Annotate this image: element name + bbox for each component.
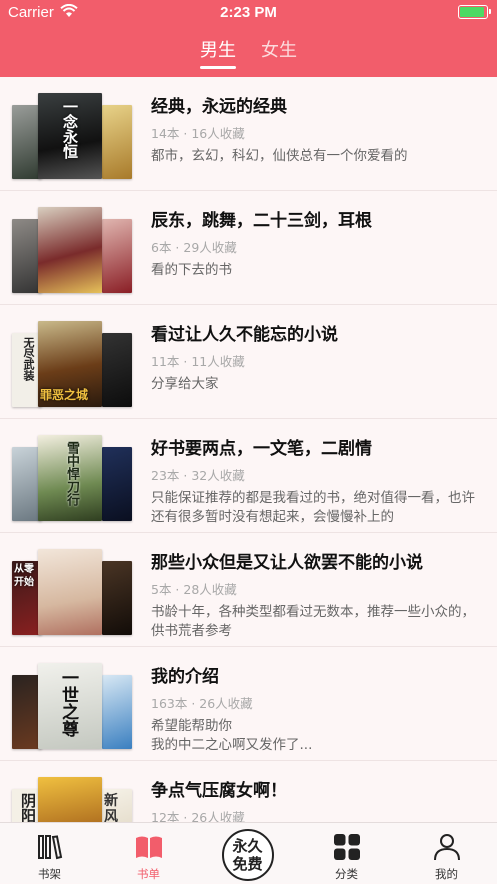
booklist-list: 一念永恒 经典，永远的经典 14本 · 16人收藏 都市，玄幻，科幻，仙侠总有一… (0, 77, 497, 822)
tab-female[interactable]: 女生 (251, 38, 307, 70)
booklist-item[interactable]: 无尽武装 罪恶之城 看过让人久不能忘的小说 11本 · 11人收藏 分享给大家 (0, 305, 497, 419)
category-grid-icon (333, 834, 360, 860)
book-cover: 一念永恒 (38, 93, 102, 179)
booklist-desc: 希望能帮助你 我的中二之心啊又发作了... (151, 718, 313, 753)
book-cover (38, 777, 102, 822)
book-cover (102, 447, 132, 521)
tabbar-item-booklist[interactable]: 书单 (99, 823, 198, 884)
tab-male[interactable]: 男生 (190, 38, 246, 70)
booklist-desc: 都市，玄幻，科幻，仙侠总有一个你爱看的 (151, 148, 408, 164)
booklist-title: 好书要两点，一文笔，二剧情 (151, 439, 372, 459)
booklist-meta: 14本 · 16人收藏 (151, 126, 245, 141)
booklist-meta: 23本 · 32人收藏 (151, 468, 245, 483)
book-cover: 新风 (102, 789, 132, 822)
person-icon (433, 834, 460, 861)
book-cover (38, 207, 102, 293)
booklist-title: 争点气压腐女啊！ (151, 781, 287, 801)
booklist-meta: 11本 · 11人收藏 (151, 354, 245, 369)
book-cover (102, 105, 132, 179)
booklist-desc: 书龄十年，各种类型都看过无数本，推荐一些小众的，供书荒者参考 (151, 604, 475, 639)
booklist-title: 我的介绍 (151, 667, 219, 687)
book-cover (102, 219, 132, 293)
tabbar-item-mine[interactable]: 我的 (396, 823, 497, 884)
book-cover (38, 549, 102, 635)
booklist-meta: 12本 · 26人收藏 (151, 810, 245, 822)
gender-tabs: 男生 女生 (0, 38, 497, 70)
booklist-title: 看过让人久不能忘的小说 (151, 325, 338, 345)
booklist-meta: 5本 · 28人收藏 (151, 582, 237, 597)
open-book-icon (135, 836, 162, 858)
cover-collage: 一念永恒 (12, 93, 132, 179)
book-cover: 一世之尊 (38, 663, 102, 749)
booklist-desc: 只能保证推荐的都是我看过的书，绝对值得一看，也许还有很多暂时没有想起来，会慢慢补… (151, 490, 475, 525)
tabbar-item-free[interactable]: 永久 免费 (198, 823, 297, 884)
tabbar-item-bookshelf[interactable]: 书架 (0, 823, 99, 884)
booklist-title: 经典，永远的经典 (151, 97, 287, 117)
bookshelf-icon (37, 835, 62, 860)
book-cover (102, 333, 132, 407)
cover-collage: 雪中悍刀行 (12, 435, 132, 521)
tabbar-item-category[interactable]: 分类 (297, 823, 396, 884)
booklist-item[interactable]: 一念永恒 经典，永远的经典 14本 · 16人收藏 都市，玄幻，科幻，仙侠总有一… (0, 77, 497, 191)
booklist-item[interactable]: 阴阳 新风 争点气压腐女啊！ 12本 · 26人收藏 (0, 761, 497, 822)
book-cover (102, 675, 132, 749)
app-header: Carrier 2:23 PM 男生 女生 (0, 0, 497, 77)
free-badge-icon: 永久 免费 (221, 829, 274, 881)
clock: 2:23 PM (220, 4, 277, 21)
bottom-tabbar: 书架 书单 永久 免费 分类 我的 (0, 822, 497, 883)
booklist-meta: 163本 · 26人收藏 (151, 696, 253, 711)
booklist-item[interactable]: 辰东，跳舞，二十三剑，耳根 6本 · 29人收藏 看的下去的书 (0, 191, 497, 305)
cover-collage: 无尽武装 罪恶之城 (12, 321, 132, 407)
booklist-item[interactable]: 雪中悍刀行 好书要两点，一文笔，二剧情 23本 · 32人收藏 只能保证推荐的都… (0, 419, 497, 533)
booklist-item[interactable]: 从零开始 那些小众但是又让人欲罢不能的小说 5本 · 28人收藏 书龄十年，各种… (0, 533, 497, 647)
tabbar-label: 书架 (38, 867, 61, 881)
battery-icon (458, 5, 491, 19)
booklist-desc: 分享给大家 (151, 376, 219, 392)
tabbar-label: 我的 (435, 867, 458, 881)
tabbar-label: 书单 (137, 867, 160, 881)
booklist-item[interactable]: 一世之尊 我的介绍 163本 · 26人收藏 希望能帮助你 我的中二之心啊又发作… (0, 647, 497, 761)
tabbar-label: 分类 (335, 867, 358, 881)
book-cover (102, 561, 132, 635)
booklist-meta: 6本 · 29人收藏 (151, 240, 237, 255)
cover-collage: 阴阳 新风 (12, 777, 132, 822)
book-cover: 雪中悍刀行 (38, 435, 102, 521)
status-bar: Carrier 2:23 PM (0, 0, 497, 26)
booklist-desc: 看的下去的书 (151, 262, 232, 278)
booklist-title: 辰东，跳舞，二十三剑，耳根 (151, 211, 372, 231)
booklist-title: 那些小众但是又让人欲罢不能的小说 (151, 553, 423, 573)
cover-collage: 一世之尊 (12, 663, 132, 749)
cover-collage (12, 207, 132, 293)
book-cover: 罪恶之城 (38, 321, 102, 407)
cover-collage: 从零开始 (12, 549, 132, 635)
